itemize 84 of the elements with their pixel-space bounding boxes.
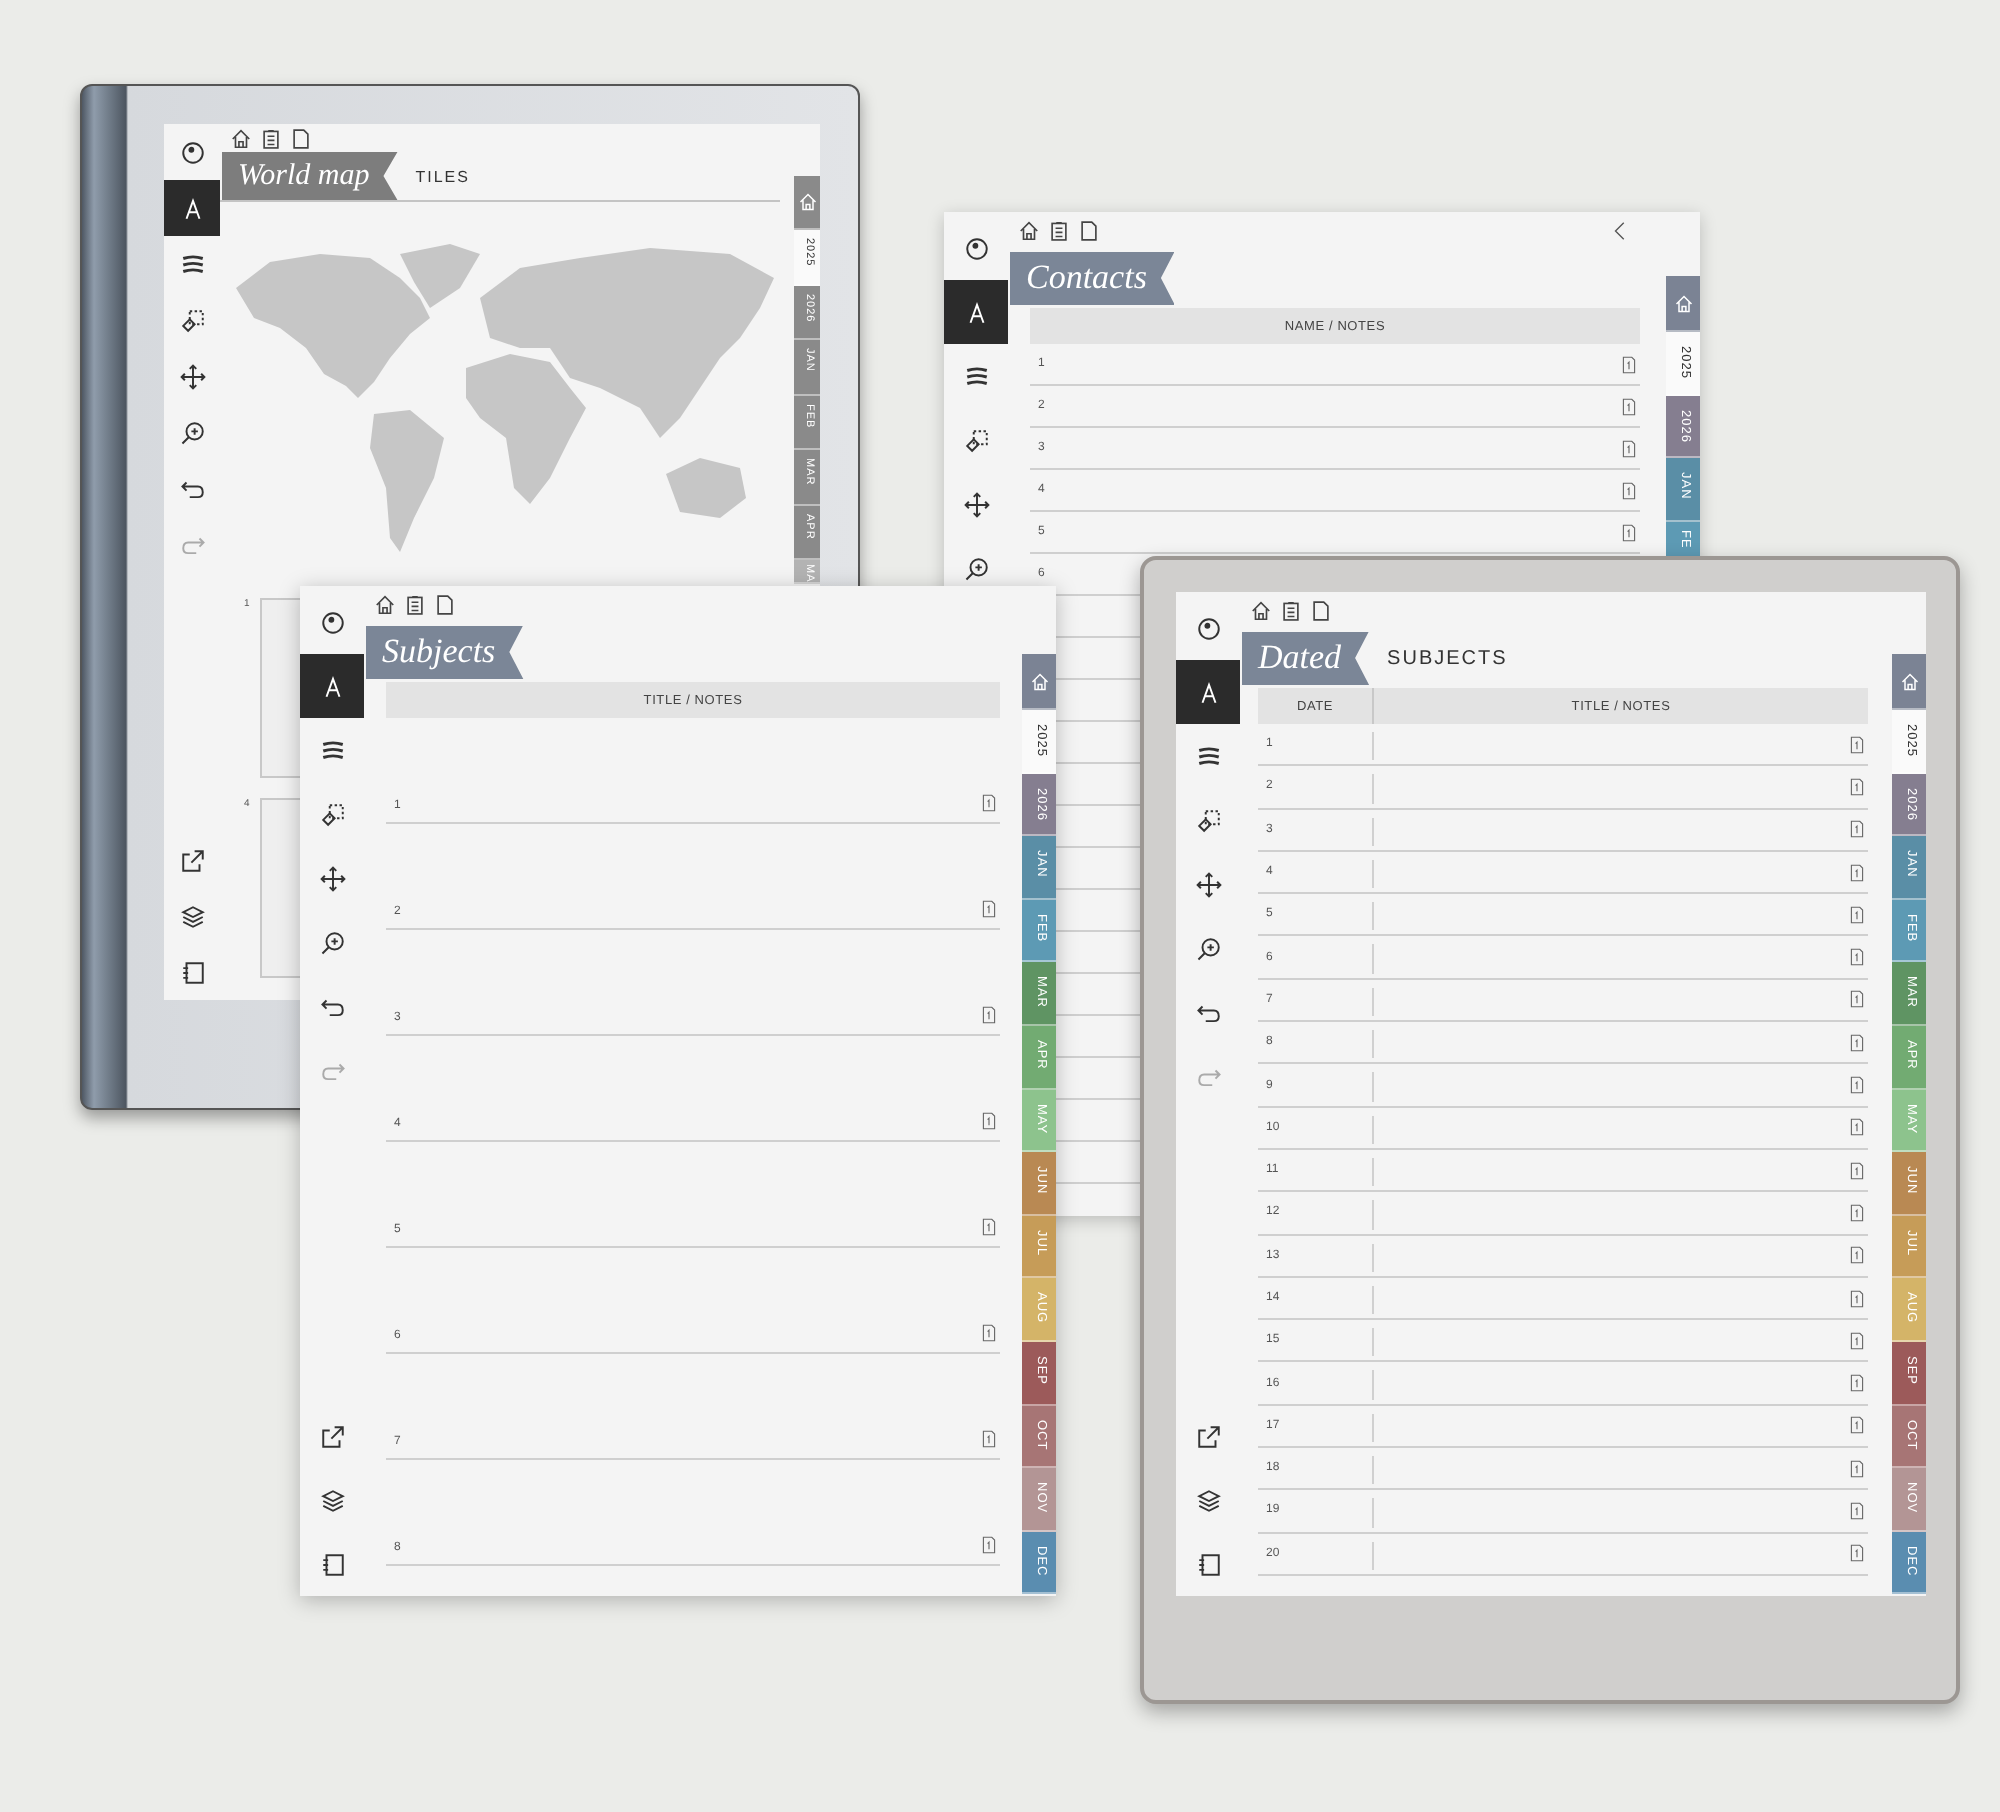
home-tab[interactable] xyxy=(1022,654,1056,710)
note-icon[interactable] xyxy=(1850,1416,1864,1435)
clipboard-icon[interactable] xyxy=(260,127,282,149)
note-icon[interactable] xyxy=(1850,1501,1864,1520)
note-icon[interactable] xyxy=(1850,905,1864,924)
page-icon[interactable] xyxy=(1310,599,1332,621)
title-ribbon: Contacts xyxy=(1010,251,1175,305)
stroke-icon[interactable] xyxy=(319,737,345,763)
note-icon[interactable] xyxy=(1850,1289,1864,1307)
note-icon[interactable] xyxy=(1850,1118,1864,1137)
note-icon[interactable] xyxy=(1850,1544,1864,1563)
notebook-icon[interactable] xyxy=(1195,1551,1221,1577)
note-icon[interactable] xyxy=(1850,1459,1864,1478)
home-icon[interactable] xyxy=(1250,599,1272,621)
title-ribbon: World map xyxy=(222,152,398,200)
note-icon[interactable] xyxy=(982,1324,996,1342)
zoom-icon[interactable] xyxy=(963,555,989,581)
stroke-icon[interactable] xyxy=(1195,743,1221,769)
dial-icon[interactable] xyxy=(319,609,345,635)
page-icon[interactable] xyxy=(290,127,312,149)
notebook-icon[interactable] xyxy=(319,1551,345,1577)
note-icon[interactable] xyxy=(982,1218,996,1236)
home-tab[interactable] xyxy=(1666,276,1700,332)
move-icon[interactable] xyxy=(179,363,205,389)
page-icon[interactable] xyxy=(1078,219,1100,241)
title-ribbon: Subjects xyxy=(366,625,524,679)
move-icon[interactable] xyxy=(963,491,989,517)
home-icon[interactable] xyxy=(374,593,396,615)
note-icon[interactable] xyxy=(1850,1076,1864,1095)
note-icon[interactable] xyxy=(1850,1374,1864,1393)
note-icon[interactable] xyxy=(1850,1331,1864,1350)
page-subtitle: TILES xyxy=(415,167,470,185)
layers-icon[interactable] xyxy=(1195,1487,1221,1513)
export-icon[interactable] xyxy=(1195,1423,1221,1449)
clipboard-icon[interactable] xyxy=(1280,599,1302,621)
eraser-icon[interactable] xyxy=(1195,807,1221,833)
export-icon[interactable] xyxy=(319,1423,345,1449)
note-icon[interactable] xyxy=(1622,355,1636,373)
home-tab[interactable] xyxy=(794,176,820,230)
note-icon[interactable] xyxy=(1850,735,1864,754)
note-icon[interactable] xyxy=(982,1536,996,1554)
note-icon[interactable] xyxy=(1850,1203,1864,1222)
note-icon[interactable] xyxy=(982,1006,996,1024)
home-icon[interactable] xyxy=(230,127,252,149)
note-icon[interactable] xyxy=(1850,863,1864,882)
layers-icon[interactable] xyxy=(319,1487,345,1513)
eraser-icon[interactable] xyxy=(319,801,345,827)
home-tab[interactable] xyxy=(1892,654,1926,710)
export-icon[interactable] xyxy=(179,847,205,873)
page-icon[interactable] xyxy=(434,593,456,615)
move-icon[interactable] xyxy=(319,865,345,891)
note-icon[interactable] xyxy=(1622,397,1636,415)
eraser-icon[interactable] xyxy=(179,307,205,333)
zoom-icon[interactable] xyxy=(1195,935,1221,961)
note-icon[interactable] xyxy=(1850,777,1864,796)
title-ribbon: Dated xyxy=(1242,631,1370,685)
note-icon[interactable] xyxy=(1850,948,1864,967)
eraser-icon[interactable] xyxy=(963,427,989,453)
notebook-icon[interactable] xyxy=(179,959,205,985)
stroke-icon[interactable] xyxy=(963,363,989,389)
note-icon[interactable] xyxy=(1622,481,1636,499)
move-icon[interactable] xyxy=(1195,871,1221,897)
dial-icon[interactable] xyxy=(179,139,205,165)
note-icon[interactable] xyxy=(1850,820,1864,839)
note-icon[interactable] xyxy=(1850,1246,1864,1265)
note-icon[interactable] xyxy=(1622,523,1636,541)
note-icon[interactable] xyxy=(982,900,996,918)
clipboard-icon[interactable] xyxy=(1048,219,1070,241)
dial-icon[interactable] xyxy=(963,235,989,261)
stroke-icon[interactable] xyxy=(179,251,205,277)
clipboard-icon[interactable] xyxy=(404,593,426,615)
layers-icon[interactable] xyxy=(179,903,205,929)
zoom-icon[interactable] xyxy=(319,929,345,955)
note-icon[interactable] xyxy=(1850,990,1864,1009)
note-icon[interactable] xyxy=(1622,439,1636,457)
home-icon[interactable] xyxy=(1018,219,1040,241)
note-icon[interactable] xyxy=(982,794,996,812)
zoom-icon[interactable] xyxy=(179,419,205,445)
page-subtitle: SUBJECTS xyxy=(1387,647,1508,669)
note-icon[interactable] xyxy=(982,1112,996,1130)
dial-icon[interactable] xyxy=(1195,615,1221,641)
note-icon[interactable] xyxy=(982,1430,996,1448)
note-icon[interactable] xyxy=(1850,1033,1864,1052)
note-icon[interactable] xyxy=(1850,1161,1864,1180)
